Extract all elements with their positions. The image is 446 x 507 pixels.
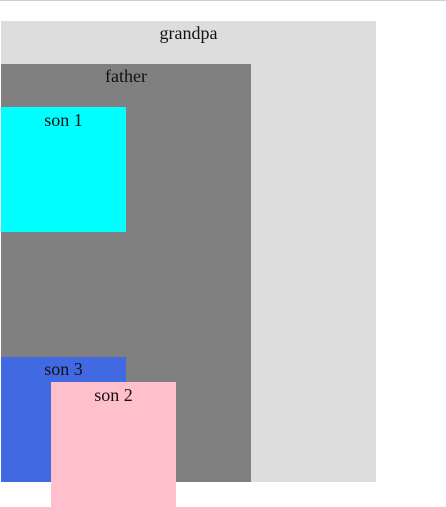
son-1-box: son 1 — [1, 107, 126, 232]
son-3-label: son 3 — [44, 359, 83, 379]
son-2-box: son 2 — [51, 382, 176, 507]
grandpa-label: grandpa — [159, 23, 218, 43]
son-2-label: son 2 — [94, 385, 133, 405]
father-label: father — [105, 66, 147, 86]
top-divider — [0, 0, 446, 1]
son-1-label: son 1 — [44, 110, 83, 130]
